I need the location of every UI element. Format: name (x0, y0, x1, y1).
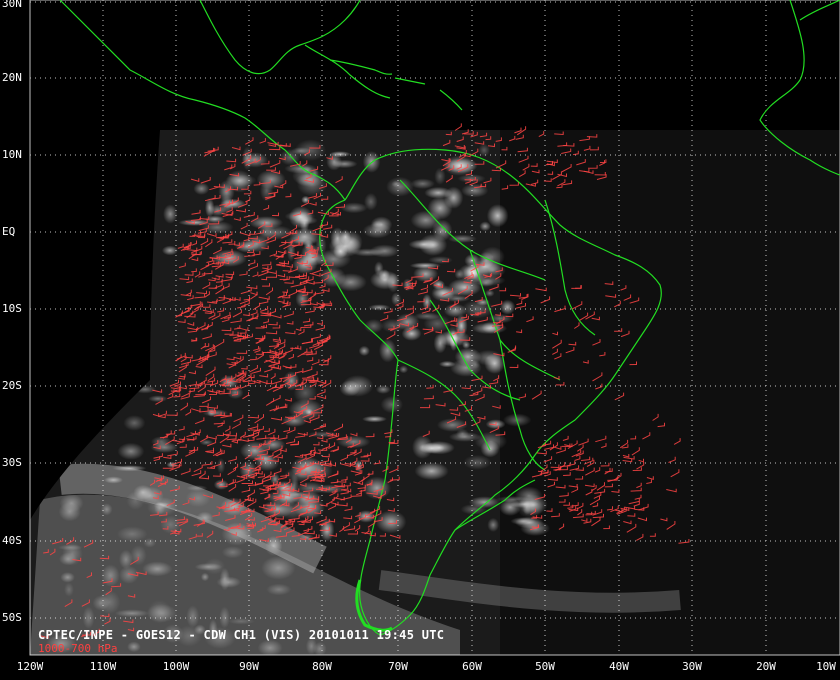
cloud-patch (424, 186, 453, 199)
lon-label-60w: 60W (462, 660, 482, 673)
cloud-patch (448, 431, 481, 442)
lon-label-10w: 10W (816, 660, 836, 673)
cloud-patch (123, 415, 146, 431)
cloud-patch (414, 462, 449, 481)
lat-label-10s: 10S (2, 302, 22, 315)
lat-label-50s: 50S (2, 611, 22, 624)
cloud-patch (294, 139, 327, 162)
cloud-patch (408, 239, 440, 250)
cloud-patch (362, 476, 392, 500)
image-caption: CPTEC/INPE - GOES12 - CDW CH1 (VIS) 2010… (38, 628, 445, 642)
satellite-map (29, 0, 840, 656)
cloud-patch (133, 385, 157, 394)
cloud-patch (484, 352, 506, 374)
cloud-patch (410, 178, 435, 189)
lat-label-30s: 30S (2, 456, 22, 469)
cloud-patch (364, 192, 378, 211)
lon-label-110w: 110W (89, 660, 117, 673)
cloud-patch (339, 230, 363, 254)
cloud-patch (461, 183, 489, 198)
cloud-patch (479, 221, 491, 232)
cloud-patch (386, 176, 414, 197)
cloud-patch (380, 395, 404, 414)
cloud-patch (487, 517, 500, 532)
cloud-patch (433, 332, 447, 354)
cloud-patch (163, 204, 178, 224)
cloud-patch (401, 326, 422, 341)
cloud-patch (446, 325, 459, 348)
cloud-patch (413, 312, 441, 321)
cloud-patch (375, 384, 391, 394)
lat-label-20s: 20S (2, 379, 22, 392)
lon-label-30w: 30W (682, 660, 702, 673)
cloud-patch (486, 204, 509, 228)
cloud-patch (434, 167, 446, 185)
cloud-patch (257, 221, 276, 241)
cloud-patch (358, 345, 370, 357)
lat-label-20n: 20N (2, 71, 22, 84)
lon-label-100w: 100W (162, 660, 190, 673)
lat-label-30n: 30N (2, 0, 22, 10)
cloud-patch (362, 223, 392, 239)
lon-label-80w: 80W (312, 660, 332, 673)
lon-label-50w: 50W (535, 660, 555, 673)
lat-label-eq: EQ (2, 225, 16, 238)
cloud-patch (399, 365, 409, 374)
cloud-patch (463, 454, 492, 470)
cloud-patch (117, 442, 145, 460)
cloud-patch (213, 479, 229, 490)
cloud-patch (387, 272, 400, 293)
cloud-patch (289, 227, 321, 246)
cloud-patch (216, 457, 226, 474)
cloud-patch (307, 431, 340, 438)
cloud-patch (122, 389, 134, 397)
lon-label-20w: 20W (756, 660, 776, 673)
lon-label-70w: 70W (388, 660, 408, 673)
pressure-legend: 1000-700 hPa (38, 642, 118, 655)
cloud-patch (148, 395, 168, 403)
cloud-patch (423, 441, 455, 455)
cloud-patch (362, 415, 387, 423)
cloud-patch (378, 338, 397, 363)
cloud-patch (409, 262, 442, 269)
satellite-image (30, 130, 840, 655)
lat-label-10n: 10N (2, 148, 22, 161)
cloud-patch (342, 375, 374, 397)
cloud-patch (454, 269, 464, 280)
lon-label-120w: 120W (16, 660, 44, 673)
lon-label-90w: 90W (239, 660, 259, 673)
cloud-patch (326, 152, 342, 171)
lon-label-40w: 40W (609, 660, 629, 673)
cloud-patch (374, 261, 384, 276)
cloud-patch (193, 182, 210, 195)
lat-label-40s: 40S (2, 534, 22, 547)
cloud-patch (294, 216, 318, 225)
cloud-patch (368, 304, 391, 311)
wind-vector (454, 123, 462, 131)
cloud-patch (380, 318, 405, 333)
cloud-patch (484, 289, 495, 297)
